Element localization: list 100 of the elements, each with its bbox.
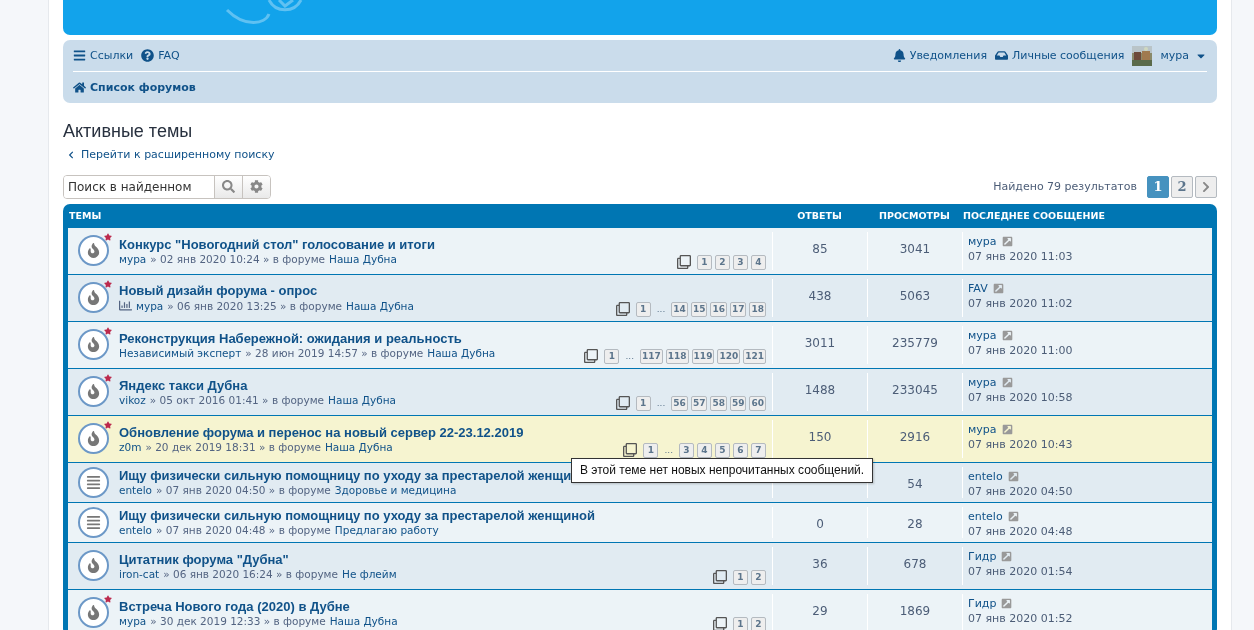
bell-icon [892, 49, 906, 62]
settings-button[interactable] [242, 175, 270, 198]
page-link[interactable]: 16 [710, 301, 727, 317]
nav-link[interactable]: Личные сообщения [995, 49, 1125, 62]
author-link[interactable]: entelo [119, 484, 153, 496]
page-link[interactable]: 1 [733, 569, 748, 585]
goto-post-icon[interactable] [1007, 510, 1019, 522]
goto-post-icon[interactable] [992, 282, 1004, 294]
topic-title[interactable]: Ищу физически сильную помощницу по уходу за престарелой женщиной [119, 508, 596, 523]
post-date: 07 янв 2020 11:03 [968, 249, 1074, 263]
forum-link[interactable]: Наша Дубна [324, 440, 393, 453]
author-link[interactable]: мура [968, 422, 997, 436]
topic-title[interactable]: Конкурс "Новогодний стол" голосование и итоги [119, 236, 435, 252]
page-link[interactable]: 15 [690, 301, 708, 317]
author-link[interactable]: vikoz [119, 393, 146, 406]
page-link[interactable]: 121 [743, 348, 766, 364]
forum-link[interactable]: Здоровье и медицина [334, 484, 457, 496]
author-link[interactable]: entelo [968, 469, 1003, 483]
search-field[interactable]: Поиск в найденном [63, 174, 271, 199]
forum-link[interactable]: Наша Дубна [427, 346, 496, 359]
author-link[interactable]: мура [136, 299, 164, 312]
topic-title[interactable]: Реконструкция Набережной: ожидания и реальность [119, 330, 496, 346]
replies-count: 150 [808, 429, 832, 444]
breadcrumb-link[interactable]: Список форумов [73, 81, 196, 94]
page-link[interactable]: 60 [749, 395, 766, 411]
back-link[interactable]: Перейти к расширенному поиску [67, 148, 275, 161]
next-page-button[interactable] [1195, 175, 1217, 198]
topic-title[interactable]: Яндекс такси Дубна [119, 377, 396, 393]
page-link[interactable]: 57 [690, 395, 708, 411]
page-link[interactable]: 1 [643, 442, 659, 458]
topic-title[interactable]: Новый дизайн форума - опрос [119, 283, 414, 298]
forum-link[interactable]: Наша Дубна [346, 299, 414, 312]
page-link[interactable]: 2 [715, 254, 730, 270]
column-header: ТЕМЫ [68, 210, 103, 221]
author-link[interactable]: Независимый эксперт [119, 346, 242, 359]
nav-link[interactable]: Уведомления [892, 49, 987, 62]
forum-link[interactable]: Предлагаю работу [334, 524, 439, 536]
page-ellipsis: ... [655, 398, 667, 408]
column-header: ПРОСМОТРЫ [878, 210, 951, 221]
forum-link[interactable]: Наша Дубна [328, 393, 396, 406]
forum-link[interactable]: Наша Дубна [329, 614, 398, 627]
goto-post-icon[interactable] [1001, 329, 1013, 341]
post-date: » 28 июн 2019 14:57 » в форуме [245, 346, 424, 359]
page-link[interactable]: 1 [635, 301, 651, 317]
forum-link[interactable]: Наша Дубна [329, 252, 397, 265]
nav-link[interactable]: FAQ [141, 49, 180, 62]
search-button[interactable] [214, 175, 242, 198]
goto-post-icon[interactable] [1001, 550, 1013, 562]
goto-post-icon[interactable] [1001, 235, 1013, 247]
page-link[interactable]: 4 [697, 442, 712, 458]
page-link[interactable]: 119 [691, 348, 715, 364]
topic-title[interactable]: Ищу физически сильную помощницу по уходу за престарелой женщи [119, 468, 572, 483]
topic-title[interactable]: Встреча Нового года (2020) в Дубне [119, 598, 398, 614]
author-link[interactable]: Гидр [968, 549, 997, 563]
page-link[interactable]: 118 [665, 348, 689, 364]
page-link[interactable]: 7 [751, 442, 766, 458]
page-link[interactable]: 18 [749, 301, 766, 317]
author-link[interactable]: мура [968, 375, 997, 389]
author-link[interactable]: z0m [119, 440, 142, 453]
page-link[interactable]: 58 [710, 395, 727, 411]
goto-post-icon[interactable] [1001, 597, 1013, 609]
author-link[interactable]: entelo [119, 524, 153, 536]
user-menu[interactable]: мура [1160, 49, 1207, 62]
post-date: 07 янв 2020 10:43 [968, 437, 1074, 451]
page-link[interactable]: 5 [715, 442, 730, 458]
page-link[interactable]: 2 [751, 616, 766, 630]
page-button[interactable]: 1 [1147, 175, 1169, 198]
page-link[interactable]: 1 [733, 616, 748, 630]
forum-link[interactable]: Не флейм [342, 567, 397, 580]
goto-post-icon[interactable] [1001, 376, 1013, 388]
page-link[interactable]: 1 [697, 254, 712, 270]
author-link[interactable]: Гидр [968, 596, 997, 610]
goto-post-icon[interactable] [1007, 470, 1019, 482]
page-link[interactable]: 6 [733, 442, 748, 458]
page-link[interactable]: 4 [751, 254, 766, 270]
page-link[interactable]: 120 [717, 348, 741, 364]
page-link[interactable]: 2 [751, 569, 766, 585]
page-link[interactable]: 1 [635, 395, 651, 411]
page-link[interactable]: 56 [671, 395, 688, 411]
page-link[interactable]: 17 [729, 301, 747, 317]
pages-icon [584, 349, 599, 363]
topic-title[interactable]: Цитатник форума "Дубна" [119, 551, 397, 567]
author-link[interactable]: мура [119, 614, 147, 627]
page-button[interactable]: 2 [1171, 175, 1193, 198]
page-link[interactable]: 14 [671, 301, 688, 317]
nav-link[interactable]: Ссылки [73, 49, 134, 62]
author-link[interactable]: iron-cat [119, 567, 160, 580]
author-link[interactable]: entelo [968, 509, 1003, 523]
author-link[interactable]: мура [119, 252, 147, 265]
author-link[interactable]: мура [968, 328, 997, 342]
page-link[interactable]: 1 [604, 348, 620, 364]
goto-post-icon[interactable] [1001, 423, 1013, 435]
page-link[interactable]: 117 [640, 348, 663, 364]
page-link[interactable]: 3 [679, 442, 694, 458]
post-date: 07 янв 2020 11:00 [968, 343, 1074, 357]
author-link[interactable]: мура [968, 234, 997, 248]
topic-title[interactable]: Обновление форума и перенос на новый сервер 22-23.12.2019 [119, 424, 524, 440]
page-link[interactable]: 3 [733, 254, 748, 270]
author-link[interactable]: FAV [968, 281, 988, 295]
page-link[interactable]: 59 [729, 395, 747, 411]
